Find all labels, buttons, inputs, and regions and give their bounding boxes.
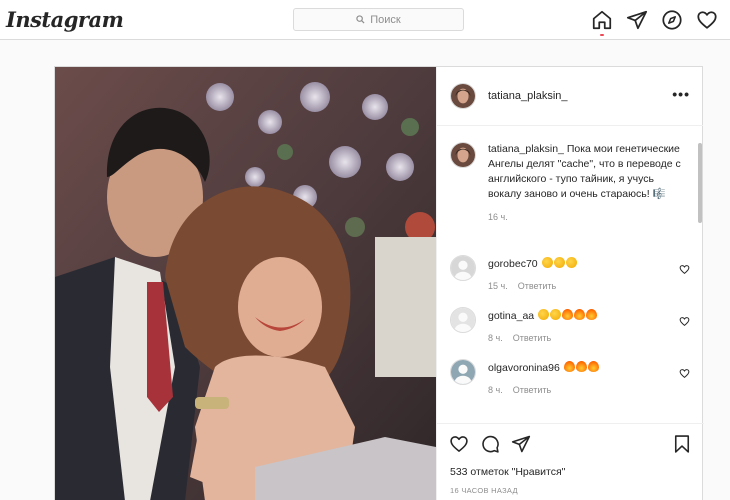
comment-like-icon[interactable] [679,262,690,275]
comment-time[interactable]: 8 ч. [488,333,503,343]
comment-icon[interactable] [480,434,500,459]
commenter-avatar[interactable] [450,307,476,333]
more-icon[interactable]: ••• [672,87,690,101]
fire-emoji-icon [586,309,598,320]
comment-text: olgavoronina96 [488,361,599,374]
caption-avatar[interactable] [450,142,476,168]
fire-emoji-icon [563,361,575,372]
clap-emoji-icon [541,257,553,268]
commenter-username[interactable]: gotina_aa [488,310,534,322]
like-icon[interactable] [449,434,469,459]
reply-button[interactable]: Ответить [513,333,551,343]
post-photo[interactable] [55,67,436,500]
home-icon[interactable] [591,9,613,36]
top-navigation-bar: Instagram Поиск [0,0,730,40]
clap-emoji-icon [538,309,550,320]
fire-emoji-icon [587,361,599,372]
fire-emoji-icon [575,361,587,372]
save-icon[interactable] [672,434,692,454]
search-icon [356,15,365,24]
comment-time[interactable]: 15 ч. [488,281,508,291]
share-icon[interactable] [511,434,531,459]
post-caption: tatiana_plaksin_ Пока мои генетические А… [450,142,690,222]
comments-list: tatiana_plaksin_ Пока мои генетические А… [437,127,697,423]
caption-time[interactable]: 16 ч. [488,212,690,222]
instagram-logo[interactable]: Instagram [6,7,124,32]
comment-row: gotina_aa 8 ч. Ответить [450,307,690,347]
caption-text: tatiana_plaksin_ Пока мои генетические А… [488,142,690,202]
author-username[interactable]: tatiana_plaksin_ [488,90,568,102]
commenter-username[interactable]: olgavoronina96 [488,362,560,374]
direct-icon[interactable] [626,9,648,31]
post-header: tatiana_plaksin_ ••• [437,67,703,126]
comment-time[interactable]: 8 ч. [488,385,503,395]
comment-meta: 8 ч. Ответить [488,385,551,395]
search-placeholder: Поиск [370,13,401,26]
comment-like-icon[interactable] [679,366,690,379]
reply-button[interactable]: Ответить [518,281,556,291]
action-icons [449,434,531,459]
commenter-username[interactable]: gorobec70 [488,258,538,270]
post-card: tatiana_plaksin_ ••• tatiana_plaksin_ По… [54,66,704,500]
comment-meta: 15 ч. Ответить [488,281,556,291]
likes-count[interactable]: 533 отметок "Нравится" [450,466,565,478]
explore-icon[interactable] [661,9,683,31]
commenter-avatar[interactable] [450,359,476,385]
posted-time[interactable]: 16 ЧАСОВ НАЗАД [450,486,518,495]
post-sidebar: tatiana_plaksin_ ••• tatiana_plaksin_ По… [436,67,704,500]
comment-row: olgavoronina96 8 ч. Ответить [450,359,690,399]
nav-icons [591,9,718,36]
caption-username[interactable]: tatiana_plaksin_ [488,143,564,155]
comment-like-icon[interactable] [679,314,690,327]
comment-text: gorobec70 [488,257,577,270]
activity-heart-icon[interactable] [696,9,718,31]
fire-emoji-icon [562,309,574,320]
clap-emoji-icon [565,257,577,268]
clap-emoji-icon [550,309,562,320]
author-avatar[interactable] [450,83,476,109]
reply-button[interactable]: Ответить [513,385,551,395]
comment-text: gotina_aa [488,309,598,322]
comment-meta: 8 ч. Ответить [488,333,551,343]
comments-scrollbar[interactable] [698,143,702,223]
clap-emoji-icon [553,257,565,268]
post-actions: 533 отметок "Нравится" 16 ЧАСОВ НАЗАД [437,423,704,500]
home-active-indicator [600,34,604,36]
fire-emoji-icon [574,309,586,320]
comment-row: gorobec70 15 ч. Ответить [450,255,690,295]
search-box[interactable]: Поиск [293,8,464,31]
commenter-avatar[interactable] [450,255,476,281]
